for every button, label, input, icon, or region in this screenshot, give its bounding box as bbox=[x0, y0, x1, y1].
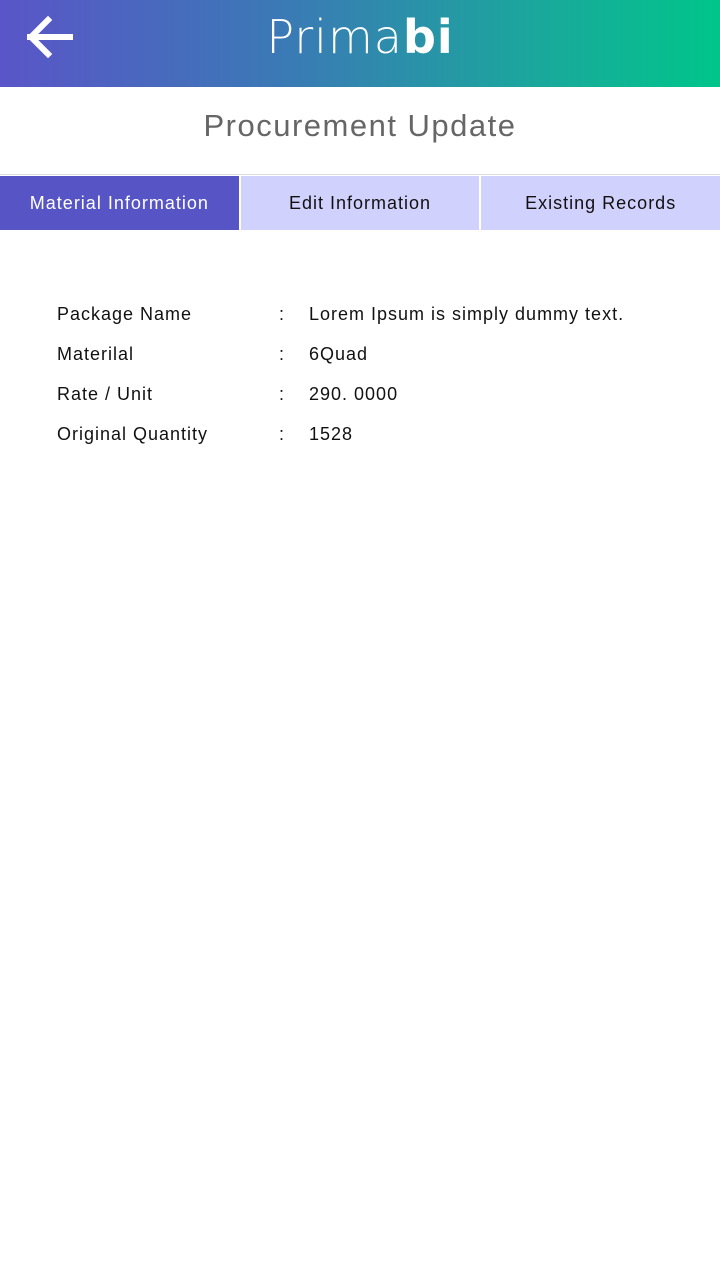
logo-accent: bi bbox=[402, 10, 454, 64]
page-title: Procurement Update bbox=[203, 108, 517, 143]
field-label: Original Quantity bbox=[57, 424, 209, 444]
field-label: Package Name bbox=[57, 304, 193, 324]
field-label: Rate / Unit bbox=[57, 384, 154, 404]
divider bbox=[0, 174, 720, 175]
field-separator: : bbox=[279, 384, 286, 404]
tab-bar: Material Information Edit Information Ex… bbox=[0, 176, 720, 230]
info-row-package-name: Package Name : Lorem Ipsum is simply dum… bbox=[57, 304, 624, 344]
material-info-list: Package Name : Lorem Ipsum is simply dum… bbox=[57, 304, 624, 464]
field-separator: : bbox=[279, 424, 286, 444]
field-value: 6Quad bbox=[309, 344, 369, 364]
info-row-rate-unit: Rate / Unit : 290. 0000 bbox=[57, 384, 624, 424]
field-value: 290. 0000 bbox=[309, 384, 399, 404]
field-label: Materilal bbox=[57, 344, 135, 364]
app-header: Primabi bbox=[0, 0, 720, 87]
tab-existing-records[interactable]: Existing Records bbox=[481, 176, 720, 230]
field-separator: : bbox=[279, 344, 286, 364]
field-value: Lorem Ipsum is simply dummy text. bbox=[309, 304, 625, 324]
field-value: 1528 bbox=[309, 424, 354, 444]
logo-text: Prima bbox=[266, 10, 403, 64]
primabi-logo: Primabi bbox=[0, 10, 720, 64]
tab-edit-information[interactable]: Edit Information bbox=[240, 176, 480, 230]
tab-material-information[interactable]: Material Information bbox=[0, 176, 239, 230]
field-separator: : bbox=[279, 304, 286, 324]
info-row-original-quantity: Original Quantity : 1528 bbox=[57, 424, 624, 464]
info-row-material: Materilal : 6Quad bbox=[57, 344, 624, 384]
